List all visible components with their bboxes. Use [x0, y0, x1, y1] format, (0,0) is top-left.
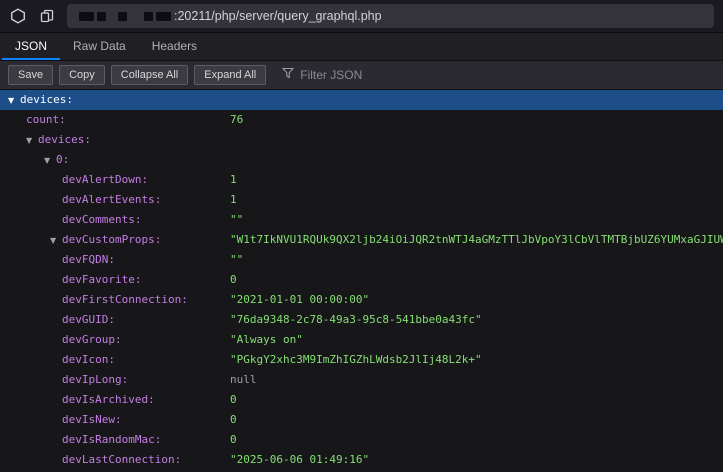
browser-chrome: :20211/php/server/query_graphql.php — [0, 0, 723, 33]
json-value: "" — [230, 210, 243, 230]
json-value: "76da9348-2c78-49a3-95c8-541bbe0a43fc" — [230, 310, 482, 330]
filter-json — [282, 66, 430, 84]
json-key: devIcon: — [62, 353, 115, 366]
redacted-host-segment — [97, 12, 106, 21]
json-key: devFavorite: — [62, 273, 141, 286]
twisty-expanded-icon[interactable]: ▼ — [8, 91, 20, 111]
json-key: devAlertDown: — [62, 173, 148, 186]
json-value: "2025-06-06 01:49:16" — [230, 450, 369, 470]
json-key: devAlertEvents: — [62, 193, 161, 206]
json-key: devices: — [38, 133, 91, 146]
collapse-all-button[interactable]: Collapse All — [111, 65, 188, 85]
filter-icon — [282, 66, 294, 84]
json-tree-row[interactable]: devIsNew: 0 — [0, 410, 723, 430]
url-text: :20211/php/server/query_graphql.php — [174, 9, 382, 23]
tab-raw-data[interactable]: Raw Data — [60, 33, 139, 60]
json-tree: ▼devices:count:76▼devices:▼0:devAlertDow… — [0, 90, 723, 470]
json-tree-row[interactable]: devIsArchived: 0 — [0, 390, 723, 410]
json-value: null — [230, 370, 257, 390]
json-tree-row[interactable]: devFavorite: 0 — [0, 270, 723, 290]
json-key: devLastConnection: — [62, 453, 181, 466]
expand-all-button[interactable]: Expand All — [194, 65, 266, 85]
json-value: 76 — [230, 110, 243, 130]
json-key: devComments: — [62, 213, 141, 226]
json-tree-row[interactable]: count: 76 — [0, 110, 723, 130]
json-value: 0 — [230, 270, 237, 290]
json-value: 1 — [230, 170, 237, 190]
browser-window: :20211/php/server/query_graphql.php JSON… — [0, 0, 723, 472]
json-tree-row[interactable]: ▼0: — [0, 150, 723, 170]
json-key: devIsRandomMac: — [62, 433, 161, 446]
twisty-expanded-icon[interactable]: ▼ — [50, 231, 62, 251]
tab-bar: JSON Raw Data Headers — [0, 33, 723, 61]
json-key: devFirstConnection: — [62, 293, 188, 306]
json-tree-row[interactable]: devGroup: "Always on" — [0, 330, 723, 350]
json-key: 0: — [56, 153, 69, 166]
json-value: 0 — [230, 410, 237, 430]
json-tree-row[interactable]: devIpLong: null — [0, 370, 723, 390]
json-toolbar: Save Copy Collapse All Expand All — [0, 61, 723, 90]
json-value: "Always on" — [230, 330, 303, 350]
filter-json-input[interactable] — [300, 68, 430, 82]
json-value: 0 — [230, 430, 237, 450]
tab-json[interactable]: JSON — [2, 33, 60, 60]
json-key: count: — [26, 113, 66, 126]
json-tree-row[interactable]: ▼devCustomProps: "W1t7IkNVU1RQUk9QX2ljb24… — [0, 230, 723, 250]
json-tree-row[interactable]: devGUID: "76da9348-2c78-49a3-95c8-541bbe0… — [0, 310, 723, 330]
save-button[interactable]: Save — [8, 65, 53, 85]
json-value: "2021-01-01 00:00:00" — [230, 290, 369, 310]
json-key: devices: — [20, 93, 73, 106]
url-bar[interactable]: :20211/php/server/query_graphql.php — [67, 4, 714, 28]
redacted-host-segment — [118, 12, 127, 21]
redacted-host-segment — [156, 12, 171, 21]
json-key: devIsArchived: — [62, 393, 155, 406]
json-tree-row[interactable]: devIcon: "PGkgY2xhc3M9ImZhIGZhLWdsb2JlIj4… — [0, 350, 723, 370]
json-value: "" — [230, 250, 243, 270]
json-value: 1 — [230, 190, 237, 210]
json-key: devCustomProps: — [62, 233, 161, 246]
json-tree-row[interactable]: devLastConnection: "2025-06-06 01:49:16" — [0, 450, 723, 470]
json-value: "W1t7IkNVU1RQUk9QX2ljb24iOiJQR2tnWTJ4aGM… — [230, 230, 723, 250]
json-tree-row[interactable]: devIsRandomMac: 0 — [0, 430, 723, 450]
redacted-host-segment — [79, 12, 94, 21]
json-value: "PGkgY2xhc3M9ImZhIGZhLWdsb2JlIj48L2k+" — [230, 350, 482, 370]
page-icon[interactable] — [38, 7, 56, 25]
json-tree-row[interactable]: devAlertEvents: 1 — [0, 190, 723, 210]
json-value: 0 — [230, 390, 237, 410]
twisty-expanded-icon[interactable]: ▼ — [26, 131, 38, 151]
json-tree-row[interactable]: devFQDN: "" — [0, 250, 723, 270]
redacted-host-segment — [144, 12, 153, 21]
copy-button[interactable]: Copy — [59, 65, 105, 85]
json-key: devGroup: — [62, 333, 122, 346]
json-key: devIpLong: — [62, 373, 128, 386]
json-tree-row[interactable]: ▼devices: — [0, 90, 723, 110]
tab-headers[interactable]: Headers — [139, 33, 210, 60]
json-key: devGUID: — [62, 313, 115, 326]
json-tree-row[interactable]: devComments: "" — [0, 210, 723, 230]
json-tree-row[interactable]: ▼devices: — [0, 130, 723, 150]
shield-icon[interactable] — [9, 7, 27, 25]
twisty-expanded-icon[interactable]: ▼ — [44, 151, 56, 171]
json-key: devIsNew: — [62, 413, 122, 426]
json-tree-row[interactable]: devFirstConnection: "2021-01-01 00:00:00" — [0, 290, 723, 310]
json-key: devFQDN: — [62, 253, 115, 266]
json-tree-row[interactable]: devAlertDown: 1 — [0, 170, 723, 190]
